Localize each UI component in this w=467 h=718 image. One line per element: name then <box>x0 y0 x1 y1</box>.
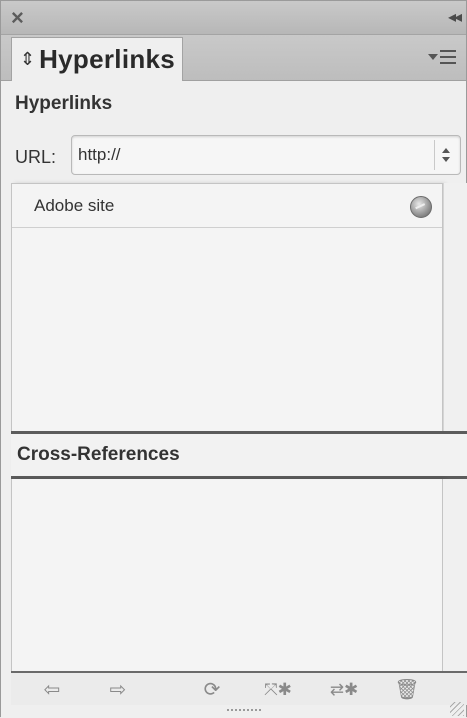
update-icon[interactable]: ⟳ <box>197 677 227 703</box>
up-down-arrows-icon[interactable]: ⇕ <box>20 49 35 70</box>
cross-references-title: Cross-References <box>17 444 180 465</box>
panel-tab-row: ⇕ Hyperlinks <box>1 35 466 81</box>
tab-hyperlinks-label: Hyperlinks <box>39 44 176 74</box>
hyperlinks-panel: × ◂◂ ⇕ Hyperlinks Hyperlinks URL: Adobe … <box>0 0 467 718</box>
panel-menu-arrow-icon <box>428 54 438 60</box>
delete-icon[interactable]: 🗑 <box>393 677 421 703</box>
list-item[interactable]: Adobe site <box>12 184 442 228</box>
panel-menu-button[interactable] <box>428 47 458 69</box>
hyperlink-name: Adobe site <box>34 195 115 215</box>
panel-menu-lines-icon <box>440 50 456 68</box>
panel-title-bar[interactable]: × ◂◂ <box>1 1 466 35</box>
url-label: URL: <box>15 147 57 167</box>
go-to-source-icon[interactable]: ⇦ <box>37 677 67 703</box>
create-new-cross-reference-icon[interactable]: ⤧✱ <box>253 677 303 703</box>
panel-resize-grip[interactable] <box>227 709 261 713</box>
hyperlinks-section-title: Hyperlinks <box>15 93 113 114</box>
collapse-panel-icon[interactable]: ◂◂ <box>448 7 462 27</box>
url-field[interactable] <box>71 135 461 175</box>
resize-corner-icon[interactable] <box>450 702 464 716</box>
create-new-hyperlink-icon[interactable]: ⇄✱ <box>317 677 371 703</box>
close-icon[interactable]: × <box>11 5 24 31</box>
cross-references-list[interactable] <box>11 479 443 671</box>
cross-references-header[interactable]: Cross-References <box>11 431 467 479</box>
url-input[interactable] <box>78 142 418 168</box>
panel-body: Hyperlinks URL: Adobe site Cross-Referen… <box>1 81 467 718</box>
stepper-up-icon <box>441 148 450 153</box>
cross-references-scrollbar[interactable] <box>443 479 467 671</box>
globe-icon[interactable] <box>410 196 432 218</box>
panel-bottom-toolbar: ⇦ ⇨ ⟳ ⤧✱ ⇄✱ 🗑 <box>11 671 467 705</box>
url-dropdown-stepper[interactable] <box>434 140 456 170</box>
go-to-destination-icon[interactable]: ⇨ <box>103 677 133 703</box>
stepper-down-icon <box>441 157 450 162</box>
tab-hyperlinks[interactable]: ⇕ Hyperlinks <box>11 37 183 81</box>
